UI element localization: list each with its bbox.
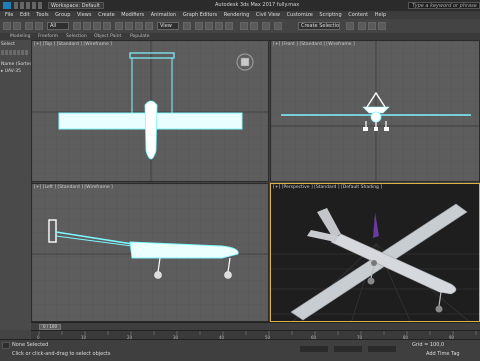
explorer-toolbar	[1, 50, 29, 55]
selection-status: None Selected	[12, 342, 49, 348]
menu-modifiers[interactable]: Modifiers	[121, 11, 144, 19]
menu-rendering[interactable]: Rendering	[224, 11, 250, 19]
viewport-top[interactable]: [+] [Top ] [Standard ] [Wireframe ]	[31, 40, 269, 182]
undo-icon[interactable]	[3, 22, 11, 30]
menu-group[interactable]: Group	[55, 11, 70, 19]
percent-snap-icon[interactable]	[215, 22, 223, 30]
spinner-snap-icon[interactable]	[225, 22, 233, 30]
menu-scripting[interactable]: Scripting	[319, 11, 341, 19]
menu-graph-editors[interactable]: Graph Editors	[183, 11, 217, 19]
scene-explorer: Select Name (Sorted As) ▸ UAV-35	[0, 40, 41, 330]
scene-object-label: UAV-35	[4, 69, 21, 74]
redo-icon[interactable]	[13, 22, 21, 30]
viewport-left-label[interactable]: [+] [Left ] [Standard ] [Wireframe ]	[34, 185, 113, 190]
menu-content[interactable]: Content	[348, 11, 368, 19]
menu-help[interactable]: Help	[375, 11, 386, 19]
search-input[interactable]: Type a keyword or phrase	[408, 2, 480, 9]
scale-icon[interactable]	[135, 22, 143, 30]
app-logo-icon[interactable]	[3, 2, 11, 9]
move-icon[interactable]	[115, 22, 123, 30]
app-title: Autodesk 3ds Max 2017 fully.max	[215, 2, 300, 8]
layers-icon[interactable]	[262, 22, 270, 30]
place-icon[interactable]	[145, 22, 153, 30]
scene-object-item[interactable]: ▸ UAV-35	[1, 69, 21, 74]
scene-explorer-header[interactable]: Select	[1, 42, 15, 47]
coord-fields[interactable]	[300, 346, 400, 352]
maxscript-listener[interactable]	[2, 342, 10, 349]
material-editor-icon[interactable]	[346, 22, 354, 30]
viewport-perspective-label[interactable]: [+] [Perspective ] [Standard ] [Default …	[273, 185, 382, 190]
viewport-top-label[interactable]: [+] [Top ] [Standard ] [Wireframe ]	[34, 42, 112, 47]
render-frame-icon[interactable]	[368, 22, 376, 30]
status-bar: None Selected Click or click-and-drag to…	[0, 339, 480, 361]
link-icon[interactable]	[25, 22, 33, 30]
reference-coord-dropdown[interactable]: View	[157, 22, 179, 30]
ribbon-tab-modeling[interactable]: Modeling	[10, 33, 30, 40]
select-icon[interactable]	[73, 22, 81, 30]
snap-icon[interactable]	[195, 22, 203, 30]
viewport-front-label[interactable]: [+] [Front ] [Standard ] [Wireframe ]	[273, 42, 355, 47]
menu-tools[interactable]: Tools	[36, 11, 48, 19]
select-by-name-icon[interactable]	[83, 22, 91, 30]
render-icon[interactable]	[378, 22, 386, 30]
add-time-tag-button[interactable]: Add Time Tag	[426, 351, 476, 358]
ribbon-tab-selection[interactable]: Selection	[66, 33, 87, 40]
selection-filter-dropdown[interactable]: All	[47, 22, 69, 30]
prompt-line: Click or click-and-drag to select object…	[12, 351, 111, 357]
ribbon-tab-populate[interactable]: Populate	[130, 33, 150, 40]
viewport-front[interactable]: [+] [Front ] [Standard ] [Wireframe ]	[270, 40, 480, 182]
viewport-left-scene	[32, 184, 268, 321]
grid-readout: Grid = 100,0	[412, 342, 445, 348]
ribbon-tab-object-paint[interactable]: Object Paint	[94, 33, 121, 40]
curve-editor-icon[interactable]	[274, 22, 282, 30]
ribbon-tab-freeform[interactable]: Freeform	[38, 33, 58, 40]
menu-views[interactable]: Views	[77, 11, 91, 19]
menu-edit[interactable]: Edit	[20, 11, 30, 19]
viewport-front-scene	[271, 41, 479, 181]
menu-animation[interactable]: Animation	[151, 11, 177, 19]
rotate-icon[interactable]	[125, 22, 133, 30]
unlink-icon[interactable]	[35, 22, 43, 30]
menu-file[interactable]: File	[5, 11, 13, 19]
menu-create[interactable]: Create	[98, 11, 115, 19]
workspace-dropdown[interactable]: Workspace: Default	[48, 2, 104, 9]
selection-set-dropdown[interactable]: Create Selection Se	[298, 22, 340, 30]
render-setup-icon[interactable]	[358, 22, 366, 30]
viewcube-icon[interactable]	[234, 51, 256, 73]
pivot-icon[interactable]	[183, 22, 191, 30]
viewport-perspective-scene	[271, 203, 479, 321]
angle-snap-icon[interactable]	[205, 22, 213, 30]
window-crossing-icon[interactable]	[103, 22, 111, 30]
viewport-perspective[interactable]: [+] [Perspective ] [Standard ] [Default …	[270, 183, 480, 322]
main-toolbar: All View Create Selection Se	[0, 19, 480, 34]
quick-access-icons[interactable]	[14, 2, 44, 9]
mirror-icon[interactable]	[240, 22, 248, 30]
menu-bar: File Edit Tools Group Views Create Modif…	[0, 11, 480, 19]
viewport-left[interactable]: [+] [Left ] [Standard ] [Wireframe ]	[31, 183, 269, 322]
menu-customize[interactable]: Customize	[287, 11, 313, 19]
rect-select-icon[interactable]	[93, 22, 101, 30]
menu-civil-view[interactable]: Civil View	[256, 11, 280, 19]
align-icon[interactable]	[250, 22, 258, 30]
